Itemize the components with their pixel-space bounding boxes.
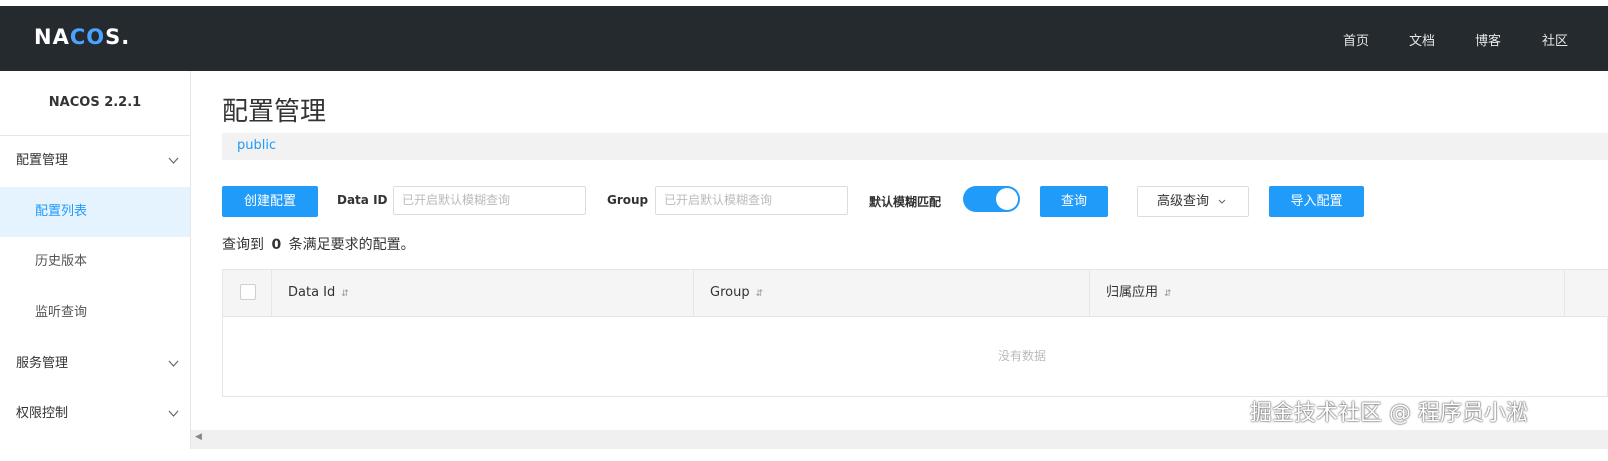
config-table: Data Id ⇵ Group ⇵ 归属应用 ⇵ 没有数据 <box>222 269 1608 397</box>
data-id-label: Data ID <box>337 193 388 207</box>
nacos-logo[interactable]: NACOS. <box>34 25 130 49</box>
horizontal-scrollbar[interactable]: ◀ <box>191 430 1608 449</box>
result-summary: 查询到 0 条满足要求的配置。 <box>222 234 415 254</box>
watermark-text: 掘金技术社区 @ 程序员小淞 <box>1250 401 1528 426</box>
logo-text-c: S. <box>105 25 131 49</box>
namespace-bar: public <box>222 133 1608 160</box>
sidebar-group-label: 权限控制 <box>16 406 69 421</box>
group-label: Group <box>607 193 649 207</box>
sidebar-item-listener-query[interactable]: 监听查询 <box>0 288 190 338</box>
sidebar-item-config-list[interactable]: 配置列表 <box>0 187 190 237</box>
sidebar-item-label: 历史版本 <box>35 254 88 269</box>
column-divider <box>1089 270 1090 316</box>
column-divider <box>1564 270 1565 316</box>
top-header: NACOS. 首页 文档 博客 社区 <box>0 6 1608 71</box>
column-header-app[interactable]: 归属应用 ⇵ <box>1106 270 1172 316</box>
sort-icon[interactable]: ⇵ <box>341 289 349 299</box>
scroll-left-icon[interactable]: ◀ <box>195 432 202 442</box>
column-label: Group <box>710 285 750 300</box>
sidebar-group-permission[interactable]: 权限控制 <box>0 389 190 439</box>
column-divider <box>271 270 272 316</box>
result-suffix: 条满足要求的配置。 <box>288 237 415 253</box>
query-button[interactable]: 查询 <box>1040 186 1108 217</box>
column-label: Data Id <box>288 285 336 300</box>
advanced-query-label: 高级查询 <box>1157 194 1210 209</box>
sort-icon[interactable]: ⇵ <box>1164 289 1172 299</box>
nav-community[interactable]: 社区 <box>1542 30 1568 49</box>
nav-docs[interactable]: 文档 <box>1409 30 1435 49</box>
column-divider <box>693 270 694 316</box>
sidebar-group-service[interactable]: 服务管理 <box>0 339 190 389</box>
column-header-data-id[interactable]: Data Id ⇵ <box>288 270 349 316</box>
page-title: 配置管理 <box>222 97 327 127</box>
toggle-knob <box>996 188 1018 210</box>
nav-home[interactable]: 首页 <box>1343 30 1369 49</box>
group-input[interactable]: 已开启默认模糊查询 <box>655 186 848 215</box>
import-config-button[interactable]: 导入配置 <box>1269 186 1364 217</box>
chevron-down-icon <box>1218 187 1226 229</box>
version-label: NACOS 2.2.1 <box>0 71 190 136</box>
sidebar-group-label: 配置管理 <box>16 153 69 168</box>
sidebar: NACOS 2.2.1 配置管理 配置列表 历史版本 监听查询 服务管理 权限控… <box>0 71 191 449</box>
namespace-public[interactable]: public <box>237 138 276 153</box>
sidebar-item-label: 监听查询 <box>35 305 88 320</box>
fuzzy-match-toggle[interactable] <box>963 186 1020 212</box>
advanced-query-dropdown[interactable]: 高级查询 <box>1137 186 1249 217</box>
table-header: Data Id ⇵ Group ⇵ 归属应用 ⇵ <box>223 270 1608 317</box>
chevron-down-icon <box>168 389 179 461</box>
sort-icon[interactable]: ⇵ <box>756 289 764 299</box>
sidebar-group-config[interactable]: 配置管理 <box>0 136 190 186</box>
column-label: 归属应用 <box>1106 285 1159 300</box>
empty-state-text: 没有数据 <box>997 349 1046 363</box>
result-count: 0 <box>271 237 282 253</box>
fuzzy-match-label: 默认模糊匹配 <box>869 195 942 209</box>
table-body: 没有数据 <box>223 317 1608 396</box>
sidebar-item-history[interactable]: 历史版本 <box>0 237 190 287</box>
sidebar-item-label: 配置列表 <box>35 204 88 219</box>
create-config-button[interactable]: 创建配置 <box>222 186 318 217</box>
logo-text-b: CO <box>69 25 106 49</box>
column-header-group[interactable]: Group ⇵ <box>710 270 763 316</box>
select-all-checkbox[interactable] <box>240 284 256 300</box>
data-id-input[interactable]: 已开启默认模糊查询 <box>393 186 586 215</box>
sidebar-group-label: 服务管理 <box>16 356 69 371</box>
logo-text-a: NA <box>34 25 70 49</box>
nav-blog[interactable]: 博客 <box>1475 30 1501 49</box>
result-prefix: 查询到 <box>222 237 264 253</box>
